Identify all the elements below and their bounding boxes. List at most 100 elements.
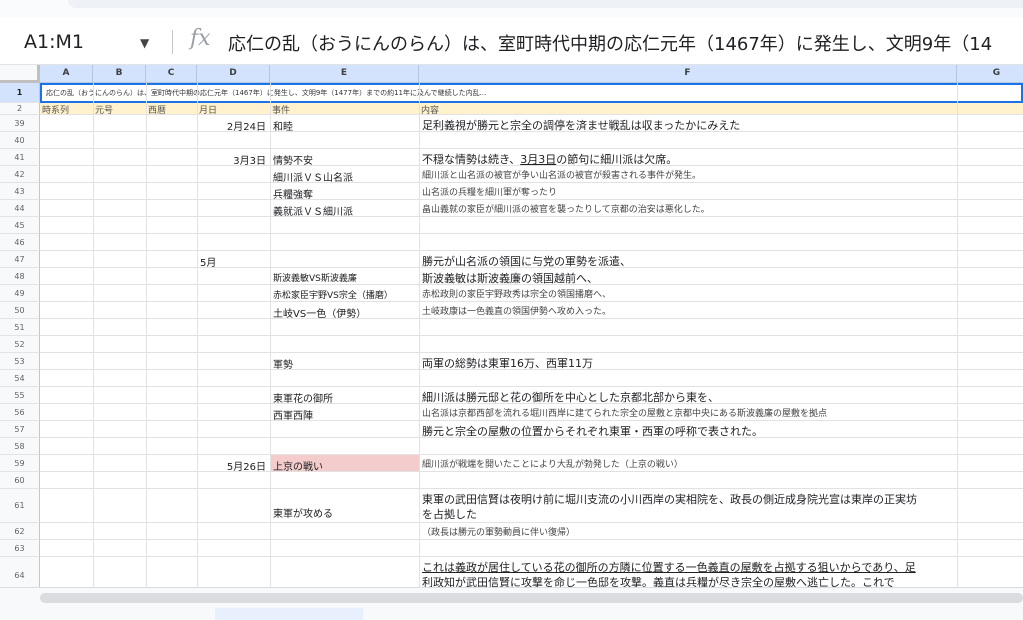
sheet-tab-strip[interactable] xyxy=(215,608,363,620)
content-cell[interactable]: （政長は勝元の軍勢動員に伴い復帰） xyxy=(422,525,575,538)
content-cell[interactable]: 細川派と山名派の被官が争い山名派の被官が殺害される事件が発生。 xyxy=(422,168,701,181)
content-cell[interactable]: 足利義視が勝元と宗全の調停を済ませ戦乱は収まったかにみえた xyxy=(422,117,740,133)
column-header-e[interactable]: E xyxy=(270,65,419,83)
name-box[interactable]: A1:M1 xyxy=(24,31,84,53)
row-header[interactable]: 60 xyxy=(0,472,40,489)
content-cell[interactable]: 畠山義就の家臣が細川派の被官を襲ったりして京都の治安は悪化した。 xyxy=(422,202,710,215)
row-header[interactable]: 2 xyxy=(0,103,40,115)
content-cell[interactable]: 勝元が山名派の領国に与党の軍勢を派遣、 xyxy=(422,253,631,269)
horizontal-scrollbar[interactable] xyxy=(40,593,1023,603)
name-box-dropdown-icon[interactable]: ▼ xyxy=(140,36,149,50)
event-cell[interactable]: 兵糧強奪 xyxy=(273,186,313,201)
content-cell[interactable]: 赤松政則の家臣宇野政秀は宗全の領国播磨へ、 xyxy=(422,287,611,300)
content-cell[interactable]: 勝元と宗全の屋敷の位置からそれぞれ東軍・西軍の呼称で表された。 xyxy=(422,423,763,439)
header-cell-e[interactable]: 事件 xyxy=(272,103,290,114)
header-cell-c[interactable]: 西暦 xyxy=(148,103,166,114)
header-row: 時系列 元号 西暦 月日 事件 内容 xyxy=(40,103,1023,115)
content-cell[interactable]: 東軍の武田信賢は夜明け前に堀川支流の小川西岸の実相院を、政長の側近成身院光宣は東… xyxy=(422,491,917,507)
row-header[interactable]: 48 xyxy=(0,268,40,285)
column-divider xyxy=(146,83,147,587)
column-divider xyxy=(957,83,958,587)
row-header[interactable]: 53 xyxy=(0,353,40,370)
row-header[interactable]: 46 xyxy=(0,234,40,251)
toolbar-edge xyxy=(68,0,1023,8)
content-cell[interactable]: 細川派は勝元邸と花の御所を中心とした京都北部から東を、 xyxy=(422,389,719,405)
content-cell-wrap[interactable]: 利政知が武田信賢に攻撃を命じ一色邸を攻撃。義直は兵糧が尽き宗全の屋敷へ逃亡した。… xyxy=(422,574,895,587)
formula-input[interactable]: 応仁の乱（おうにんのらん）は、室町時代中期の応仁元年（1467年）に発生し、文明… xyxy=(228,30,1023,56)
row-header[interactable]: 52 xyxy=(0,336,40,353)
table-row xyxy=(40,319,1023,336)
row-header[interactable]: 49 xyxy=(0,285,40,302)
event-cell[interactable]: 和睦 xyxy=(273,118,293,133)
event-cell[interactable]: 義就派ＶＳ細川派 xyxy=(273,203,353,218)
row-header[interactable]: 44 xyxy=(0,200,40,217)
date-cell[interactable]: 5月 xyxy=(200,254,269,269)
column-header-b[interactable]: B xyxy=(93,65,146,83)
event-cell[interactable]: 土岐VS一色（伊勢） xyxy=(273,305,366,320)
formula-bar: A1:M1 ▼ fx 応仁の乱（おうにんのらん）は、室町時代中期の応仁元年（14… xyxy=(0,18,1023,65)
row-header[interactable]: 55 xyxy=(0,387,40,404)
header-cell-b[interactable]: 元号 xyxy=(95,103,113,114)
row-header[interactable]: 43 xyxy=(0,183,40,200)
content-cell[interactable]: 細川派が戦端を開いたことにより大乱が勃発した（上京の戦い） xyxy=(422,457,683,470)
date-cell[interactable]: 5月26日 xyxy=(197,458,266,473)
row-header[interactable]: 47 xyxy=(0,251,40,268)
column-header-f[interactable]: F xyxy=(419,65,957,83)
row-header[interactable]: 50 xyxy=(0,302,40,319)
table-row: 土岐VS一色（伊勢） 土岐政康は一色義直の領国伊勢へ攻め入った。 xyxy=(40,302,1023,320)
merged-cell-a1-m1[interactable]: 応仁の乱（おうにんのらん）は、室町時代中期の応仁元年（1467年）に発生し、文明… xyxy=(46,88,486,98)
table-row: 東軍花の御所 細川派は勝元邸と花の御所を中心とした京都北部から東を、 xyxy=(40,387,1023,405)
row-header[interactable]: 64 xyxy=(0,557,40,587)
event-cell[interactable]: 東軍花の御所 xyxy=(273,390,333,405)
top-strip xyxy=(0,0,1023,18)
row-header[interactable]: 59 xyxy=(0,455,40,472)
row-header[interactable]: 1 xyxy=(0,83,40,103)
event-cell[interactable]: 斯波義敏VS斯波義廉 xyxy=(273,271,357,284)
event-cell[interactable]: 上京の戦い xyxy=(273,458,323,473)
row-header[interactable]: 51 xyxy=(0,319,40,336)
content-cell[interactable]: 両軍の総勢は東軍16万、西軍11万 xyxy=(422,355,593,371)
row-header[interactable]: 41 xyxy=(0,149,40,166)
event-cell[interactable]: 情勢不安 xyxy=(273,152,313,167)
content-cell-wrap[interactable]: を占拠した xyxy=(422,506,477,522)
content-cell[interactable]: 不穏な情勢は続き、3月3日の節句に細川派は欠席。 xyxy=(422,151,677,167)
row-header[interactable]: 63 xyxy=(0,540,40,557)
content-cell[interactable]: これは義政が居住している花の御所の方隣に位置する一色義直の屋敷を占拠する狙いから… xyxy=(422,559,916,575)
row-header[interactable]: 61 xyxy=(0,489,40,523)
event-cell[interactable]: 軍勢 xyxy=(273,356,293,371)
spreadsheet-grid[interactable]: A B C D E F G 1 応仁の乱（おうにんのらん）は、室町時代中期の応仁元年（1467年… xyxy=(0,65,1023,587)
table-row xyxy=(40,234,1023,251)
date-cell[interactable]: 3月3日 xyxy=(197,152,266,167)
event-cell[interactable]: 赤松家臣宇野VS宗全（播磨） xyxy=(273,288,393,301)
row-header[interactable]: 57 xyxy=(0,421,40,438)
header-cell-f[interactable]: 内容 xyxy=(421,103,439,114)
column-header-g[interactable]: G xyxy=(957,65,1023,83)
column-divider xyxy=(419,83,420,587)
content-cell[interactable]: 山名派の兵糧を細川軍が奪ったり xyxy=(422,185,557,198)
date-cell[interactable]: 2月24日 xyxy=(197,118,266,133)
scrollbar-thumb[interactable] xyxy=(40,593,1023,603)
header-cell-a[interactable]: 時系列 xyxy=(42,103,69,114)
column-header-a[interactable]: A xyxy=(40,65,93,83)
bottom-bar xyxy=(0,587,1023,620)
row-header[interactable]: 42 xyxy=(0,166,40,183)
row-header[interactable]: 54 xyxy=(0,370,40,387)
content-cell[interactable]: 斯波義敏は斯波義廉の領国越前へ、 xyxy=(422,270,598,286)
column-header-d[interactable]: D xyxy=(197,65,270,83)
event-cell[interactable]: 東軍が攻める xyxy=(273,505,333,520)
table-row: （政長は勝元の軍勢動員に伴い復帰） xyxy=(40,523,1023,540)
row-header[interactable]: 40 xyxy=(0,132,40,149)
column-header-c[interactable]: C xyxy=(146,65,197,83)
content-cell[interactable]: 土岐政康は一色義直の領国伊勢へ攻め入った。 xyxy=(422,304,611,317)
row-header[interactable]: 56 xyxy=(0,404,40,421)
row-header[interactable]: 39 xyxy=(0,115,40,132)
event-cell[interactable]: 西軍西陣 xyxy=(273,407,313,422)
select-all-corner[interactable] xyxy=(0,65,40,83)
content-cell[interactable]: 山名派は京都西部を流れる堀川西岸に建てられた宗全の屋敷と京都中央にある斯波義廉の… xyxy=(422,406,827,419)
row-header[interactable]: 58 xyxy=(0,438,40,455)
header-cell-d[interactable]: 月日 xyxy=(199,103,217,114)
selected-row-1[interactable]: 応仁の乱（おうにんのらん）は、室町時代中期の応仁元年（1467年）に発生し、文明… xyxy=(40,83,1023,103)
event-cell[interactable]: 細川派ＶＳ山名派 xyxy=(273,169,353,184)
row-header[interactable]: 45 xyxy=(0,217,40,234)
row-header[interactable]: 62 xyxy=(0,523,40,540)
